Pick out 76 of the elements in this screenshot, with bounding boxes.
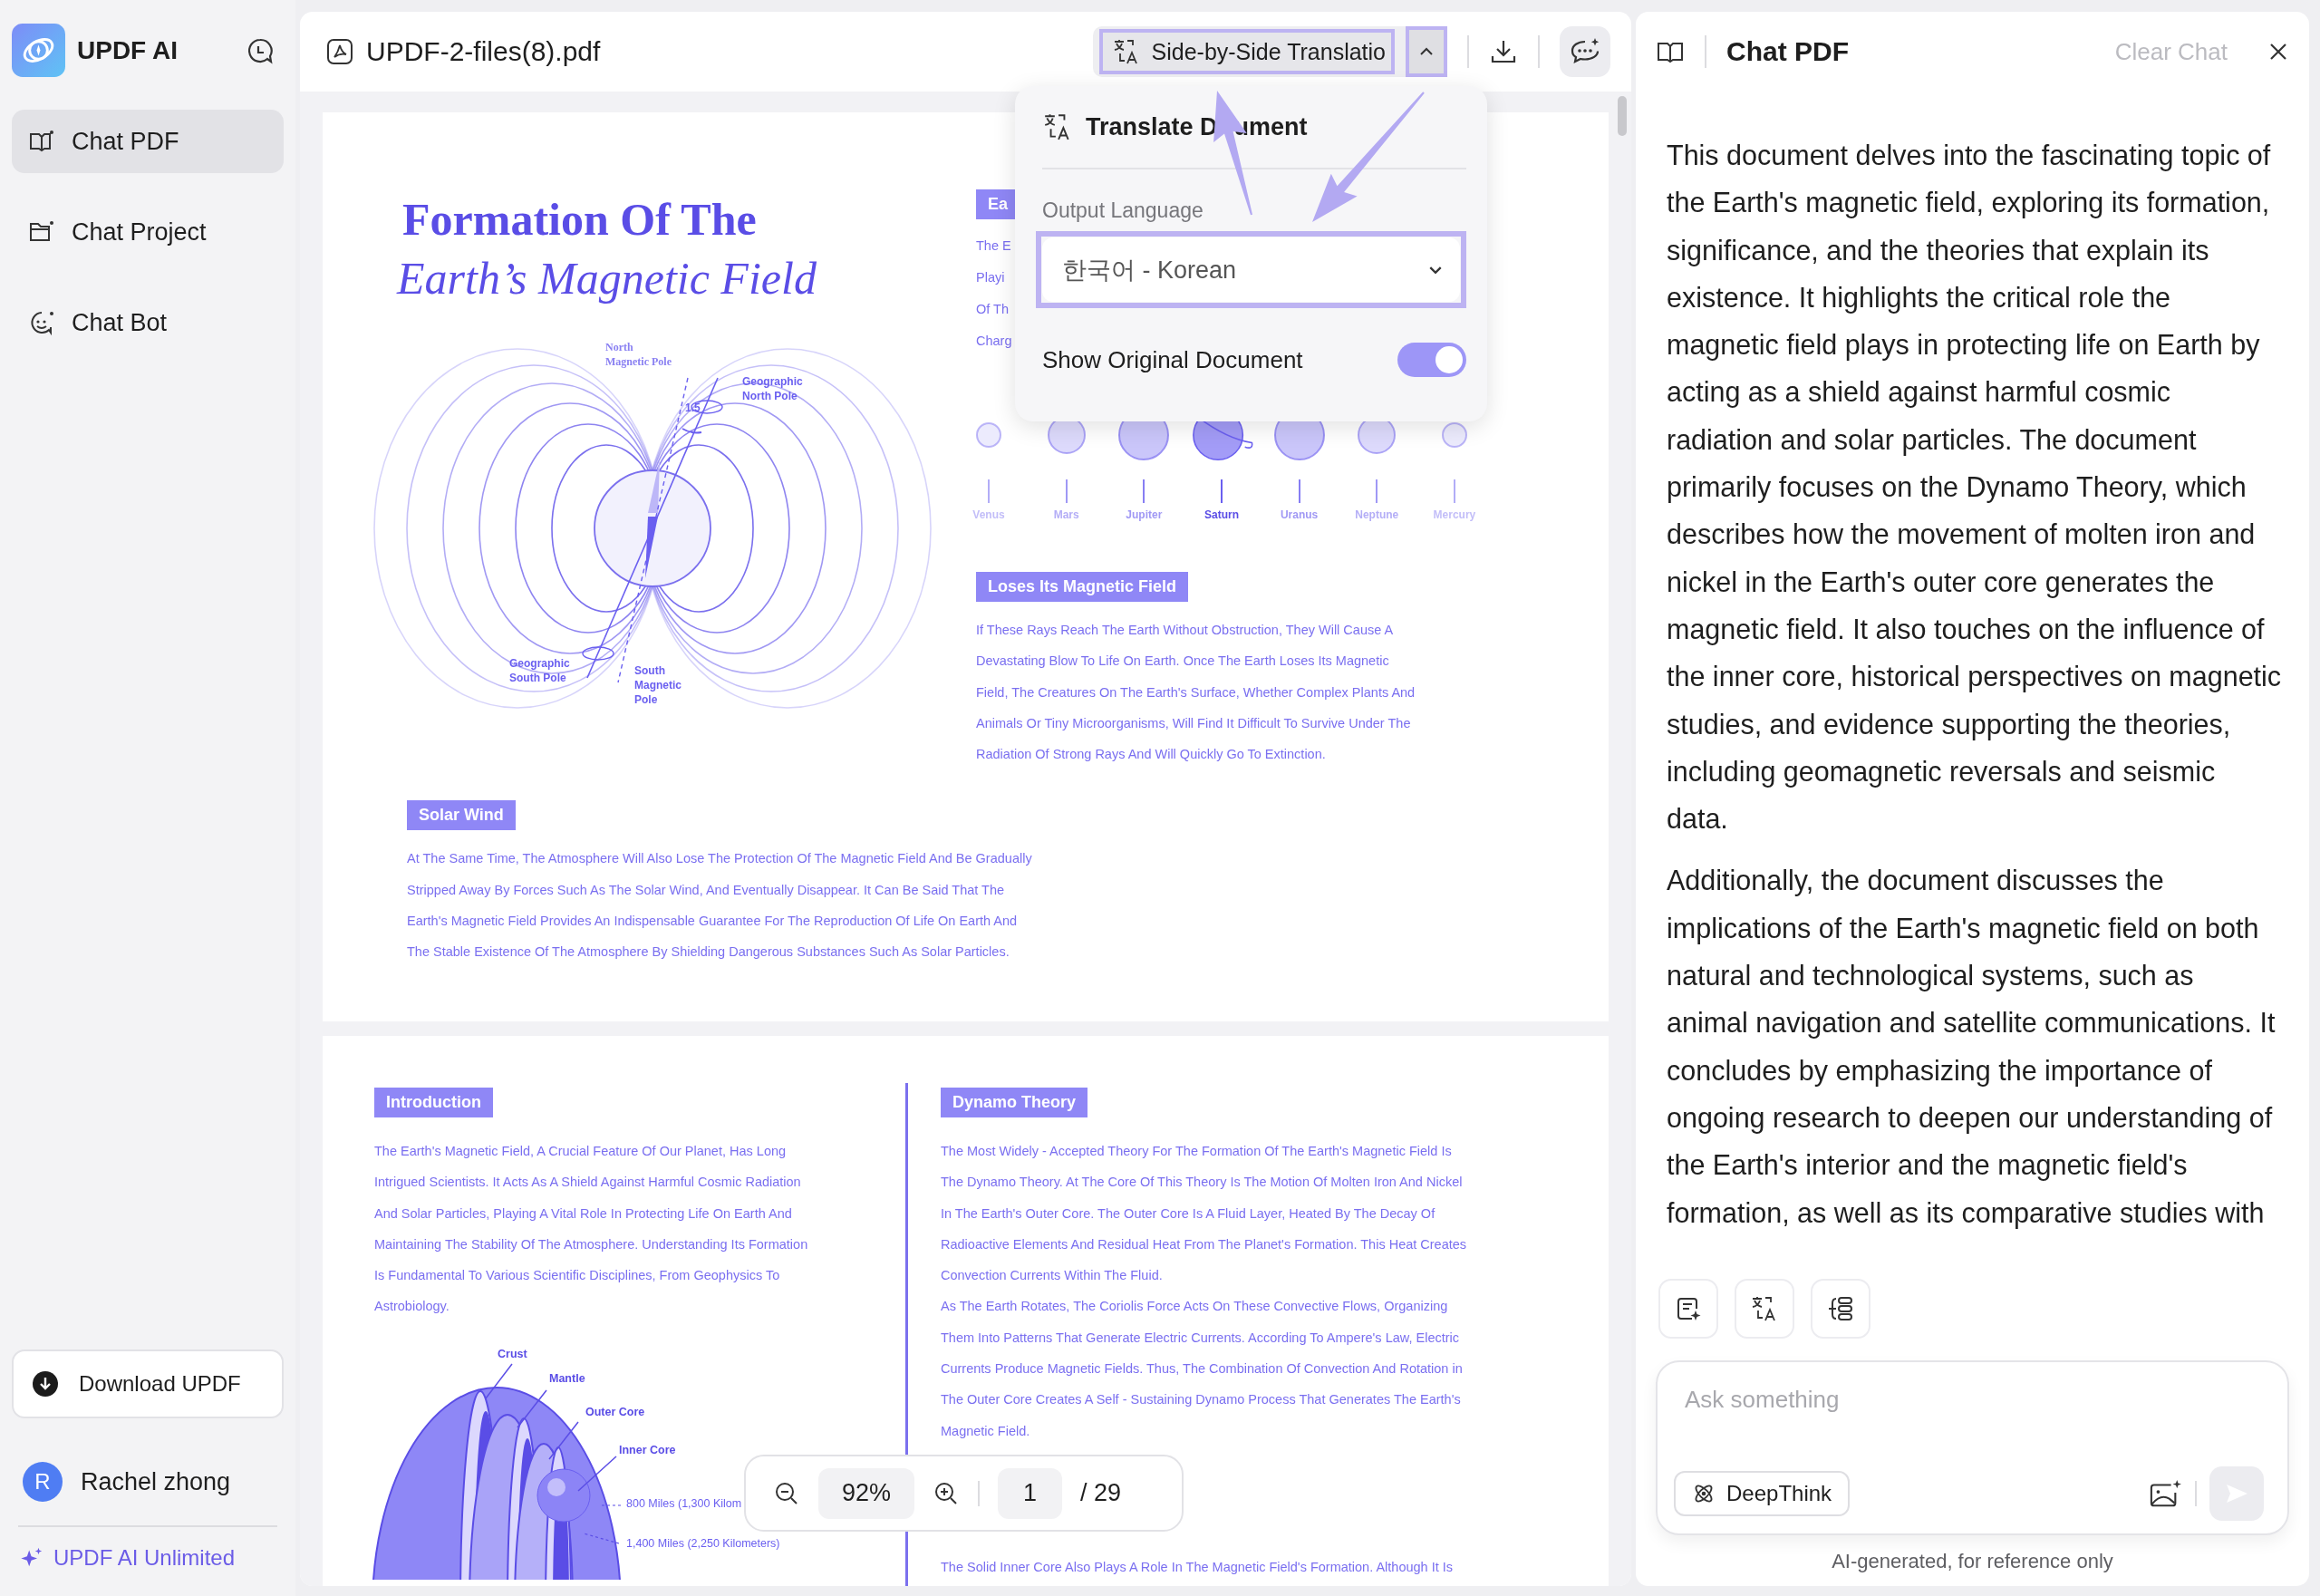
diagram-label: North Magnetic Pole xyxy=(605,341,672,368)
translation-mode-button[interactable]: Side-by-Side Translatio xyxy=(1098,29,1395,74)
paragraph: The Most Widely - Accepted Theory For The Formation Of The Earth's Magnetic Field Is The Dynamo Theory. At The Core Of This Theory Is The Motion Of Molten Iron And Nickel In The Earth's Outer Core. The Outer Core Is A Fluid Layer, Heated By The Decay Of Radioactive Elements And Residual Heat From The Planet's Formation. This Heat Creates Convection Currents Within The Fluid. xyxy=(941,1143,1467,1285)
mind-map-icon xyxy=(1826,1294,1855,1323)
field-label: Output Language xyxy=(1042,198,1204,224)
planet-label: Mars xyxy=(1053,508,1079,521)
leader-line xyxy=(548,1421,579,1460)
translate-button[interactable] xyxy=(1735,1279,1794,1339)
chevron-down-icon xyxy=(1429,266,1442,274)
page-title: Formation Of The xyxy=(402,193,758,247)
diagram-label: South Magnetic Pole xyxy=(634,664,682,706)
chat-message: This document delves into the fascinating topic of the Earth's magnetic field, exploring its formation, significance, and the theories that explain its existence. It highlights the critical role the magnetic field plays in protecting life on Earth by acting as a shield against harmful cosmic radiation and solar particles. The document primarily focuses on the Dynamo Theory, which describes how the movement of molten iron and nickel in the Earth's outer core generates the magnetic field. It also touches on the influence of the inner core, historical perspectives on magnetic studies, and evidence supporting the theories, including geomagnetic reversals and seismic data. xyxy=(1667,139,2282,837)
layer-label: Mantle xyxy=(549,1371,585,1385)
distance-label: 1,400 Miles (2,250 Kilometers) xyxy=(626,1536,780,1550)
text-line: Charg xyxy=(976,333,1012,350)
plan-name: UPDF AI Unlimited xyxy=(53,1545,236,1571)
layer-label: Crust xyxy=(498,1347,527,1360)
planet-label: Uranus xyxy=(1280,508,1319,521)
sidebar-item[interactable]: Chat Project xyxy=(12,200,284,264)
zoom-level[interactable]: 92% xyxy=(818,1467,915,1519)
sidebar-item[interactable]: Chat Bot xyxy=(12,291,284,354)
chat-message: Additionally, the document discusses the implications of the Earth's magnetic field on both natural and technological systems, such as animal navigation and satellite communications. It concludes by emphasizing the importance of ongoing research to deepen our understanding of the Earth's interior and the magnetic field's formation, as well as its comparative studies with xyxy=(1667,864,2276,1231)
deepthink-button[interactable]: DeepThink xyxy=(1674,1471,1851,1516)
text-line: The E xyxy=(976,237,1012,255)
panel-title: Chat PDF xyxy=(1726,36,1849,67)
planet-label: Jupiter xyxy=(1126,508,1163,521)
paragraph: If These Rays Reach The Earth Without Obstruction, They Will Cause A Devastating Blow To Life On Earth. Once The Earth Loses Its Magnetic Field, The Creatures On The Earth's Surface, Whether Complex Plants And Animals Or Tiny Microorganisms, Will Find It Difficult To Survive Under The Radiation Of Strong Rays And Will Quickly Go To Extinction. xyxy=(976,622,1416,764)
page-total: / 29 xyxy=(1080,1479,1122,1507)
text-line: Playi xyxy=(976,269,1006,286)
section-heading: Introduction xyxy=(374,1088,493,1117)
toggle-switch[interactable] xyxy=(1397,343,1466,377)
avatar: R xyxy=(23,1462,63,1502)
language-dropdown[interactable]: 한국어 - Korean xyxy=(1042,237,1460,302)
leader-line xyxy=(583,1533,620,1544)
leader-line xyxy=(577,1456,617,1492)
message-input[interactable]: Ask something xyxy=(1674,1386,2264,1414)
image-sparkle-icon xyxy=(2148,1478,2182,1509)
scrollbar[interactable] xyxy=(1618,96,1627,136)
section-heading: Solar Wind xyxy=(407,800,516,831)
app-name: UPDF AI xyxy=(77,35,178,65)
download-button[interactable]: Download UPDF xyxy=(12,1349,284,1418)
diagram-label: Geographic South Pole xyxy=(509,657,570,684)
diagram-label: Geographic North Pole xyxy=(742,375,803,402)
leader-line xyxy=(517,1389,547,1428)
planet-label: Venus xyxy=(972,508,1005,521)
paragraph: At The Same Time, The Atmosphere Will Also Lose The Protection Of The Magnetic Field And Be Gradually Stripped Away By Forces Such As The Solar Wind, And Eventually Disappear. It Can Be Said That The Earth's Magnetic Field Provides An Indispensable Guarantee For The Reproduction Of Life On Earth And The Stable Existence Of The Atmosphere By Shielding Dangerous Substances Such As Solar Particles. xyxy=(407,850,1033,962)
planet-label: Neptune xyxy=(1355,508,1399,521)
section-heading: Dynamo Theory xyxy=(941,1088,1088,1117)
planet-icon xyxy=(1440,421,1468,449)
sidebar-item[interactable]: Chat PDF xyxy=(12,110,284,173)
section-heading: Loses Its Magnetic Field xyxy=(976,572,1189,602)
text-line: Of Th xyxy=(976,301,1010,318)
user-name: Rachel zhong xyxy=(81,1467,231,1496)
summarize-button[interactable] xyxy=(1658,1279,1718,1339)
page-subtitle: Earth’s Magnetic Field xyxy=(397,252,817,305)
planet-label: Mercury xyxy=(1433,508,1476,521)
file-name: UPDF-2-files(8).pdf xyxy=(366,36,601,67)
disclaimer: AI-generated, for reference only xyxy=(1831,1550,2114,1573)
layer-label: Inner Core xyxy=(619,1443,676,1456)
toggle-label: Show Original Document xyxy=(1042,345,1303,374)
mind-map-button[interactable] xyxy=(1811,1279,1870,1339)
ai-chat-button[interactable] xyxy=(1560,26,1610,77)
leader-line xyxy=(485,1363,513,1399)
text-line: The Solid Inner Core Also Plays A Role In The Magnetic Field's Formation. Although It Is xyxy=(941,1558,1455,1576)
smiley-icon xyxy=(28,309,55,336)
paragraph: As The Earth Rotates, The Coriolis Force Acts On These Convective Flows, Organizing Them Into Patterns That Generate Electric Currents. According To Ampere's Law, Electric Currents Produce Magnetic Fields. Thus, The Combination Of Convection And Rotation in The Outer Core Creates A Self - Sustaining Dynamo Process That Generates The Earth's Magnetic Field. xyxy=(941,1298,1464,1440)
distance-label: 800 Miles (1,300 Kilom xyxy=(626,1496,742,1510)
image-upload-button[interactable] xyxy=(2148,1478,2182,1509)
planet-icon xyxy=(975,421,1002,449)
pdf-file-icon xyxy=(325,37,354,66)
page-number-field[interactable]: 1 xyxy=(998,1467,1063,1519)
layer-label: Outer Core xyxy=(585,1405,645,1418)
app-logo-icon xyxy=(12,24,65,77)
download-icon xyxy=(32,1370,59,1398)
paragraph: The Earth's Magnetic Field, A Crucial Feature Of Our Planet, Has Long Intrigued Scientists. It Acts As A Shield Against Harmful Cosmic Radiation And Solar Particles, Playing A Vital Role In Protecting Life On Earth And Maintaining The Stability Of The Atmosphere. Understanding Its Formation Is Fundamental To Various Scientific Disciplines, From Geophysics To Astrobiology. xyxy=(374,1143,809,1316)
planet-label: Saturn xyxy=(1204,508,1239,521)
